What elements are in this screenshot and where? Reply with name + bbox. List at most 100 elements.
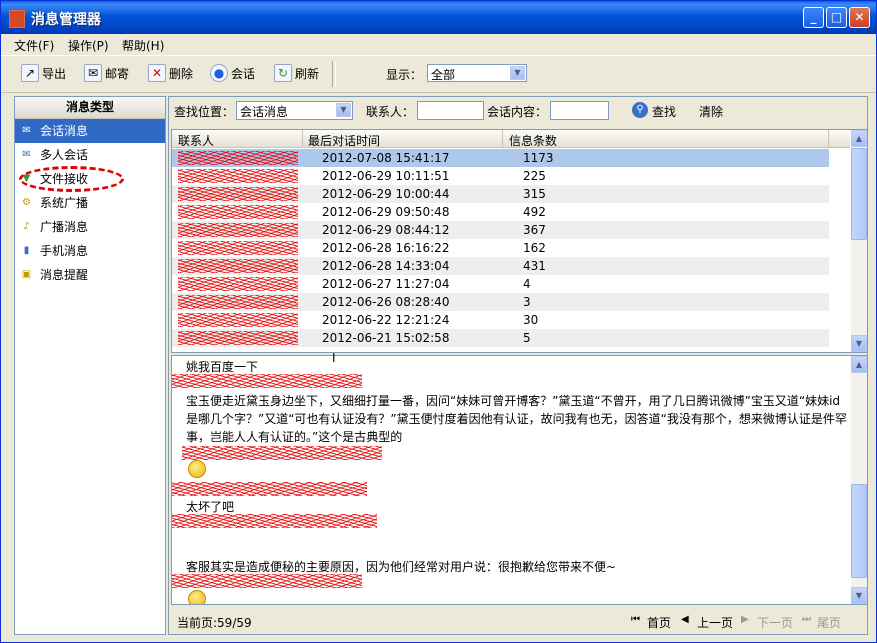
export-label: 导出 (42, 66, 67, 81)
clear-button[interactable]: 清除 (699, 103, 723, 120)
scroll-down-icon[interactable]: ▼ (851, 587, 867, 604)
sidebar-item-group-chat[interactable]: ✉ 多人会话 (15, 143, 165, 167)
next-page-button[interactable]: 下一页 (757, 614, 793, 631)
redacted-contact (178, 259, 298, 273)
column-header-count[interactable]: 信息条数 (509, 132, 557, 149)
table-row[interactable]: 2012-06-21 15:02:58 5 (172, 329, 829, 347)
next-page-icon[interactable]: ▶ (741, 614, 749, 625)
prev-page-button[interactable]: 上一页 (697, 614, 733, 631)
menu-help[interactable]: 帮助(H) (122, 37, 164, 54)
app-icon (9, 10, 25, 28)
sidebar-item-mobile[interactable]: ▮ 手机消息 (15, 239, 165, 263)
chat-button[interactable]: ● 会话 (210, 62, 255, 84)
row-time: 2012-07-08 15:41:17 (322, 151, 450, 165)
main-panel: 查找位置： 会话消息 ▼ 联系人： 会话内容： ⚲ 查找 清除 联系人 最后对话… (168, 96, 868, 635)
content-input[interactable] (550, 101, 609, 120)
location-value: 会话消息 (240, 105, 289, 119)
envelope-icon: ✉ (84, 64, 102, 82)
display-select[interactable]: 全部 ▼ (427, 64, 527, 82)
row-count: 492 (523, 205, 546, 219)
table-row[interactable]: 2012-06-26 08:28:40 3 (172, 293, 829, 311)
delete-label: 删除 (169, 66, 194, 81)
message-line: 姚我百度一下 (186, 360, 259, 374)
row-time: 2012-06-22 12:21:24 (322, 313, 450, 327)
text-cursor-icon: I (332, 351, 336, 365)
chevron-down-icon[interactable]: ▼ (510, 66, 525, 80)
column-divider[interactable] (502, 130, 503, 147)
search-icon[interactable]: ⚲ (632, 102, 648, 118)
scroll-thumb[interactable] (851, 148, 867, 240)
delete-button[interactable]: ✕ 删除 (148, 62, 193, 84)
scroll-down-icon[interactable]: ▼ (851, 335, 867, 352)
window-title: 消息管理器 (31, 12, 101, 28)
row-count: 315 (523, 187, 546, 201)
last-page-icon[interactable]: ⏭ (802, 614, 811, 625)
redacted-contact (178, 169, 298, 183)
sidebar-item-label: 消息提醒 (40, 268, 89, 282)
sidebar-item-reminder[interactable]: ▣ 消息提醒 (15, 263, 165, 287)
sidebar-item-label: 多人会话 (40, 148, 89, 162)
column-divider[interactable] (302, 130, 303, 147)
table-row[interactable]: 2012-06-27 11:27:04 4 (172, 275, 829, 293)
table-row[interactable]: 2012-06-29 10:00:44 315 (172, 185, 829, 203)
redacted-contact (178, 187, 298, 201)
sidebar-item-chat-messages[interactable]: ✉ 会话消息 (15, 119, 165, 143)
table-row[interactable]: 2012-06-28 14:33:04 431 (172, 257, 829, 275)
first-page-button[interactable]: 首页 (647, 614, 671, 631)
sidebar-item-label: 手机消息 (40, 244, 89, 258)
message-scrollbar[interactable]: ▲ ▼ (851, 356, 867, 604)
redacted-contact (178, 277, 298, 291)
row-count: 431 (523, 259, 546, 273)
row-count: 162 (523, 241, 546, 255)
table-row[interactable]: 2012-06-29 08:44:12 367 (172, 221, 829, 239)
menu-file[interactable]: 文件(F) (14, 37, 54, 54)
message-line: 客服其实是造成便秘的主要原因，因为他们经常对用户说：很抱歉给您带来不便~ (186, 560, 617, 574)
row-count: 30 (523, 313, 539, 327)
table-row[interactable]: 2012-06-29 10:11:51 225 (172, 167, 829, 185)
pagination-bar: 当前页:59/59 ⏮ 首页 ◀ 上一页 ▶ 下一页 ⏭ 尾页 (169, 607, 867, 634)
export-icon: ↗ (21, 64, 39, 82)
scroll-up-icon[interactable]: ▲ (851, 130, 867, 147)
find-button[interactable]: 查找 (652, 103, 676, 120)
last-page-button[interactable]: 尾页 (817, 614, 841, 631)
sidebar-item-system-broadcast[interactable]: ⚙ 系统广播 (15, 191, 165, 215)
toolbar: ↗ 导出 ✉ 邮寄 ✕ 删除 ● 会话 ↻ 刷新 显示： 全部 ▼ (1, 55, 876, 93)
contact-label: 联系人： (366, 105, 415, 119)
sidebar-header: 消息类型 (15, 97, 165, 119)
export-button[interactable]: ↗ 导出 (21, 62, 66, 84)
table-row[interactable]: 2012-06-29 09:50:48 492 (172, 203, 829, 221)
maximize-button[interactable]: □ (826, 7, 847, 28)
chevron-down-icon[interactable]: ▼ (336, 103, 351, 117)
close-button[interactable]: ✕ (849, 7, 870, 28)
row-time: 2012-06-27 11:27:04 (322, 277, 450, 291)
smiley-emoji-icon (188, 590, 206, 604)
mail-button[interactable]: ✉ 邮寄 (84, 62, 129, 84)
scroll-up-icon[interactable]: ▲ (851, 356, 867, 373)
column-divider[interactable] (828, 130, 829, 147)
prev-page-icon[interactable]: ◀ (681, 614, 689, 625)
display-value: 全部 (431, 68, 456, 82)
column-header-contact[interactable]: 联系人 (178, 132, 214, 149)
table-row[interactable]: 2012-06-22 12:21:24 30 (172, 311, 829, 329)
column-header-last-time[interactable]: 最后对话时间 (308, 132, 380, 149)
table-row[interactable]: 2012-07-08 15:41:17 1173 (172, 149, 829, 167)
sidebar-item-broadcast[interactable]: ♪ 广播消息 (15, 215, 165, 239)
delete-icon: ✕ (148, 64, 166, 82)
contact-input[interactable] (417, 101, 484, 120)
row-count: 5 (523, 331, 531, 345)
table-scrollbar[interactable]: ▲ ▼ (851, 130, 867, 352)
redacted-sender (172, 514, 377, 528)
chat-bubble-icon: ● (210, 64, 228, 82)
minimize-button[interactable]: _ (803, 7, 824, 28)
refresh-button[interactable]: ↻ 刷新 (274, 62, 319, 84)
reminder-icon: ▣ (21, 269, 32, 280)
location-select[interactable]: 会话消息 ▼ (236, 101, 353, 120)
table-row[interactable]: 2012-06-28 16:16:22 162 (172, 239, 829, 257)
menu-operation[interactable]: 操作(P) (68, 37, 109, 54)
first-page-icon[interactable]: ⏮ (631, 614, 640, 625)
title-bar[interactable]: 消息管理器 _ □ ✕ (1, 1, 876, 34)
redacted-contact (178, 295, 298, 309)
scroll-thumb[interactable] (851, 484, 867, 578)
row-time: 2012-06-29 08:44:12 (322, 223, 450, 237)
refresh-label: 刷新 (295, 66, 320, 81)
